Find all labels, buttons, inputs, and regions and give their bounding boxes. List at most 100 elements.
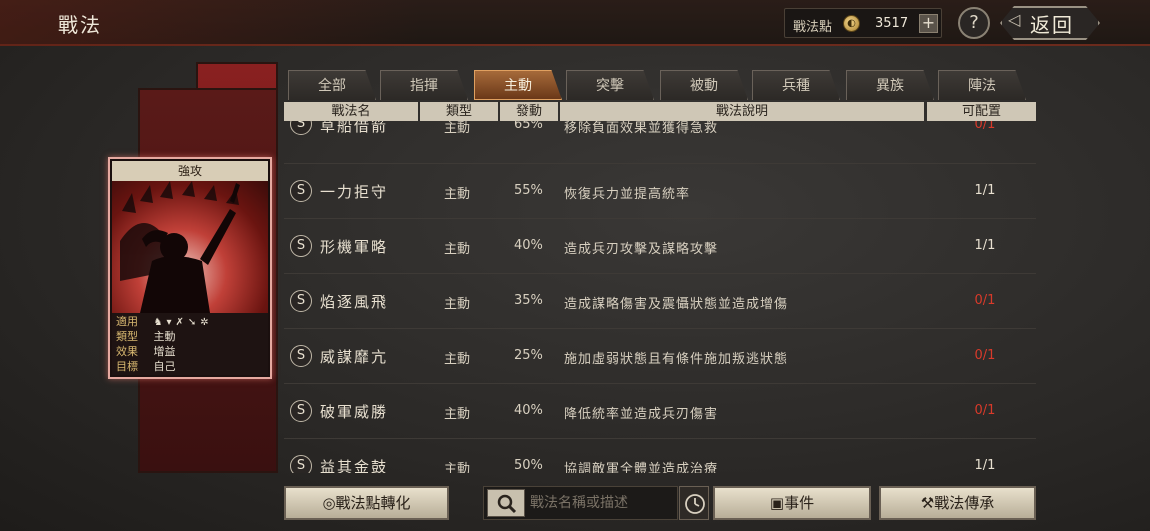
card-info-value: 增益 (153, 345, 176, 358)
list-item[interactable]: S 焰逐風飛 主動 35% 造成謀略傷害及震懾狀態並造成增傷 0/1 (284, 274, 1036, 329)
tactic-slots: 0/1 (974, 121, 996, 132)
inherit-tactic-label: 戰法傳承 (934, 494, 995, 512)
tactic-rate: 35% (514, 293, 543, 308)
convert-points-button[interactable]: ◎戰法點轉化 (284, 486, 449, 520)
tab-assault[interactable]: 突擊 (566, 70, 654, 100)
tactic-name: 威謀靡亢 (320, 348, 389, 366)
tactic-description: 恢復兵力並提高統率 (564, 187, 691, 202)
scroll-icon: ▣ (769, 494, 785, 512)
tactic-point-icon: ◎ (322, 494, 336, 512)
grade-badge: S (290, 290, 312, 312)
tactic-name: 形機軍略 (320, 238, 389, 256)
tactic-description: 降低統率並造成兵刃傷害 (564, 407, 719, 422)
tab-passive[interactable]: 被動 (660, 70, 748, 100)
card-info-row-applicable: 適用 ♞▾✗➘✲ (116, 314, 213, 329)
card-info-key: 效果 (116, 345, 138, 358)
inherit-tactic-button[interactable]: ⚒戰法傳承 (879, 486, 1036, 520)
tactic-type: 主動 (444, 297, 471, 312)
convert-points-label: 戰法點轉化 (335, 494, 411, 512)
grade-badge: S (290, 400, 312, 422)
page-title: 戰法 (58, 13, 102, 37)
tactic-type: 主動 (444, 242, 471, 257)
tactic-rate: 50% (514, 458, 543, 473)
list-item[interactable]: S 破軍威勝 主動 40% 降低統率並造成兵刃傷害 0/1 (284, 384, 1036, 439)
tactic-slots: 0/1 (974, 348, 996, 363)
tab-active[interactable]: 主動 (474, 70, 562, 100)
tactics-list[interactable]: S 草船借箭 主動 65% 移除負面效果並獲得急救 0/1 S 一力拒守 主動 … (284, 121, 1036, 473)
tactic-rate: 40% (514, 238, 543, 253)
tactic-name: 破軍威勝 (320, 403, 389, 421)
card-info-key: 適用 (116, 315, 138, 328)
grade-badge: S (290, 180, 312, 202)
tactic-type: 主動 (444, 407, 471, 422)
tab-formation[interactable]: 陣法 (938, 70, 1026, 100)
grade-badge: S (290, 121, 312, 135)
help-button[interactable]: ? (958, 7, 990, 39)
list-item[interactable]: S 形機軍略 主動 40% 造成兵刃攻擊及謀略攻擊 1/1 (284, 219, 1036, 274)
column-header-description: 戰法說明 (560, 102, 924, 121)
search-button[interactable] (487, 489, 525, 517)
list-item[interactable]: S 一力拒守 主動 55% 恢復兵力並提高統率 1/1 (284, 164, 1036, 219)
column-header-type: 類型 (420, 102, 498, 121)
column-header-name: 戰法名 (284, 102, 418, 121)
tactic-points-box: 戰法點 ◐ 3517 + (784, 8, 942, 38)
card-info-panel: 適用 ♞▾✗➘✲ 類型 主動 效果 增益 目標 自己 (112, 313, 268, 375)
column-header-rate: 發動 (500, 102, 558, 121)
card-info-row-type: 類型 主動 (116, 329, 176, 344)
tab-troop-type[interactable]: 兵種 (752, 70, 840, 100)
tactic-name: 益其金鼓 (320, 458, 389, 473)
card-info-key: 類型 (116, 330, 138, 343)
tactic-points-label: 戰法點 (793, 20, 833, 35)
grade-badge: S (290, 235, 312, 257)
events-button[interactable]: ▣事件 (713, 486, 871, 520)
tactic-type: 主動 (444, 352, 471, 367)
tactic-rate: 25% (514, 348, 543, 363)
card-art-warrior-illustration (112, 181, 268, 313)
clock-icon (685, 494, 705, 514)
tactic-type: 主動 (444, 121, 471, 136)
warrior-silhouette-icon (120, 181, 240, 313)
tactic-slots: 1/1 (974, 183, 996, 198)
grade-badge: S (290, 345, 312, 367)
search-input[interactable] (530, 491, 670, 515)
tactic-slots: 1/1 (974, 238, 996, 253)
tactic-type: 主動 (444, 187, 471, 202)
tactic-points-value: 3517 (875, 16, 909, 31)
column-header-slots: 可配置 (927, 102, 1036, 121)
tactic-slots: 1/1 (974, 458, 996, 473)
tactic-description: 施加虛弱狀態且有條件施加叛逃狀態 (564, 352, 789, 367)
tactic-type: 主動 (444, 462, 471, 473)
list-item[interactable]: S 草船借箭 主動 65% 移除負面效果並獲得急救 0/1 (284, 121, 1036, 164)
tactic-description: 移除負面效果並獲得急救 (564, 121, 719, 136)
tactic-name: 草船借箭 (320, 121, 389, 135)
hammer-icon: ⚒ (920, 494, 935, 512)
tactic-description: 造成兵刃攻擊及謀略攻擊 (564, 242, 719, 257)
tab-command[interactable]: 指揮 (380, 70, 468, 100)
tactic-name: 焰逐風飛 (320, 293, 389, 311)
tactic-rate: 40% (514, 403, 543, 418)
tactic-rate: 65% (514, 121, 543, 132)
tactic-name: 一力拒守 (320, 183, 389, 201)
list-item[interactable]: S 益其金鼓 主動 50% 協調敵軍全體並造成治療 1/1 (284, 439, 1036, 473)
tab-foreign[interactable]: 異族 (846, 70, 934, 100)
back-arrow-icon: ◁ (1008, 10, 1021, 29)
tactic-description: 協調敵軍全體並造成治療 (564, 462, 719, 473)
tab-all[interactable]: 全部 (288, 70, 376, 100)
magnifier-icon (497, 494, 517, 514)
tactic-rate: 55% (514, 183, 543, 198)
tactic-slots: 0/1 (974, 403, 996, 418)
coin-icon: ◐ (843, 15, 860, 32)
back-button-label[interactable]: 返回 (1030, 9, 1074, 38)
tactic-slots: 0/1 (974, 293, 996, 308)
card-info-value: 自己 (153, 360, 176, 373)
history-button[interactable] (679, 486, 709, 520)
add-points-button[interactable]: + (919, 14, 938, 33)
card-info-row-effect: 效果 增益 (116, 344, 176, 359)
card-name: 強攻 (112, 161, 268, 181)
events-label: 事件 (784, 494, 815, 512)
list-item[interactable]: S 威謀靡亢 主動 25% 施加虛弱狀態且有條件施加叛逃狀態 0/1 (284, 329, 1036, 384)
card-info-row-target: 目標 自己 (116, 359, 176, 374)
grade-badge: S (290, 455, 312, 473)
tactic-description: 造成謀略傷害及震懾狀態並造成增傷 (564, 297, 789, 312)
card-info-value: 主動 (153, 330, 176, 343)
